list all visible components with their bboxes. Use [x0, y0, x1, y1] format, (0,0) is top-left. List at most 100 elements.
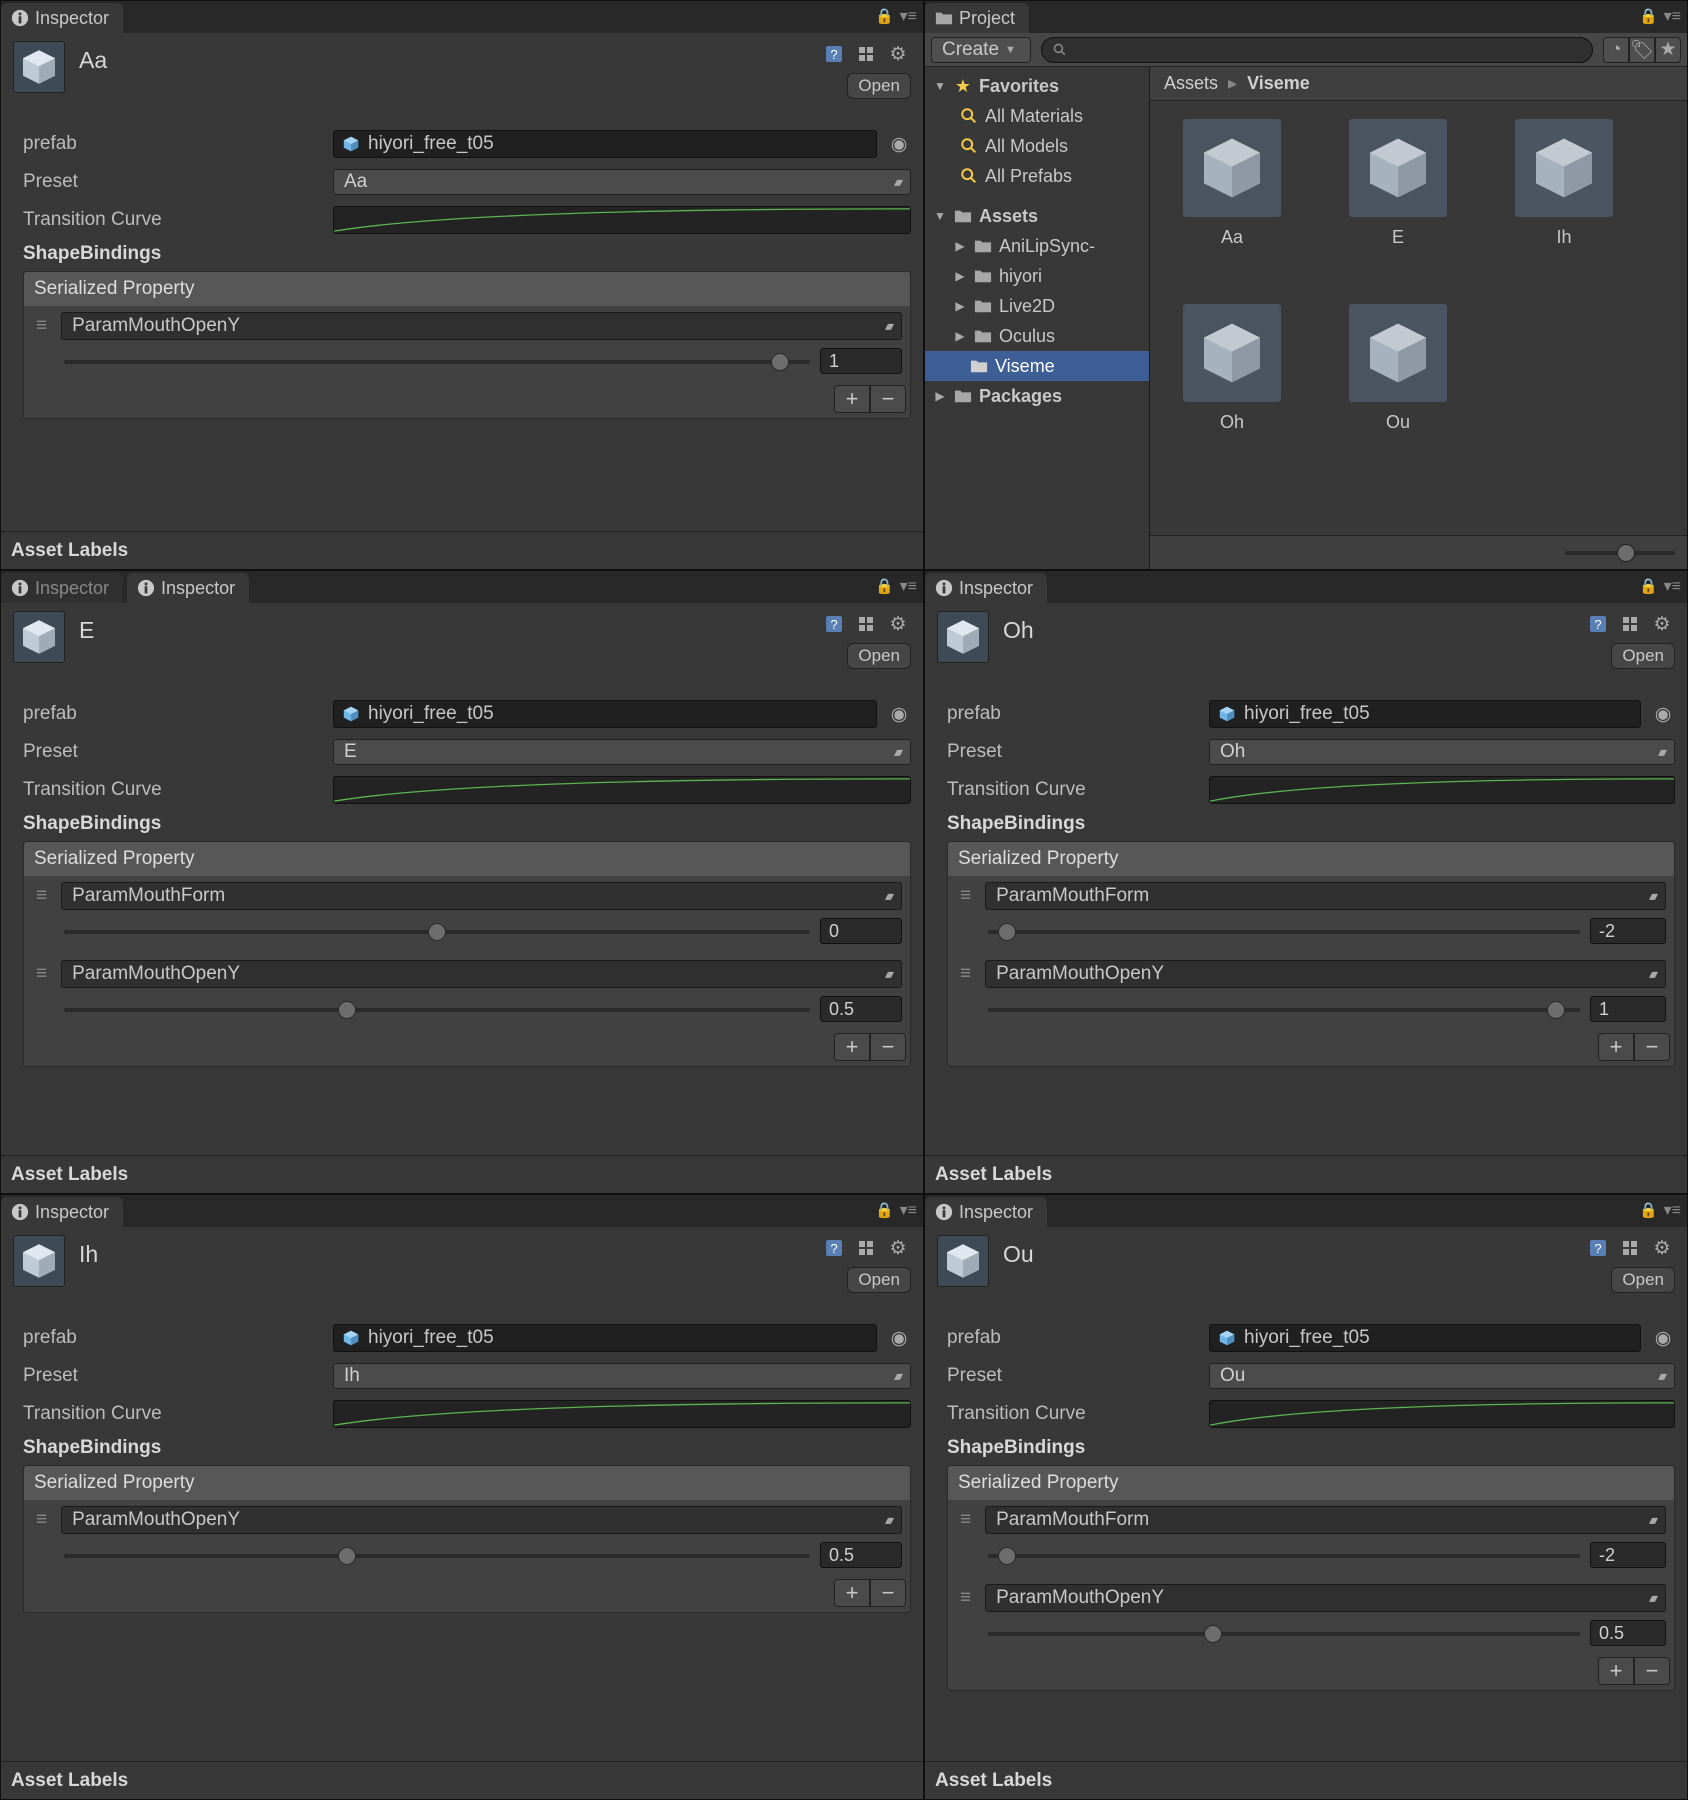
drag-handle-icon[interactable]: ≡ — [956, 885, 975, 907]
remove-button[interactable]: − — [1634, 1033, 1670, 1061]
object-picker-icon[interactable]: ◉ — [1651, 702, 1675, 726]
lock-icon[interactable]: 🔒 — [1639, 7, 1658, 25]
preset-icon[interactable] — [1617, 611, 1643, 637]
open-button[interactable]: Open — [1611, 643, 1675, 669]
tab-inspector[interactable]: Inspector — [1, 1197, 123, 1227]
add-button[interactable]: + — [834, 385, 870, 413]
param-dropdown[interactable]: ParamMouthForm▴▾ — [61, 882, 902, 910]
preset-icon[interactable] — [853, 1235, 879, 1261]
transition-curve-field[interactable] — [1209, 776, 1675, 804]
breadcrumb-item[interactable]: Viseme — [1247, 73, 1310, 94]
tab-inspector[interactable]: Inspector — [127, 573, 249, 603]
tree-folder[interactable]: ▶hiyori — [925, 261, 1149, 291]
transition-curve-field[interactable] — [1209, 1400, 1675, 1428]
param-slider[interactable] — [988, 1546, 1580, 1564]
drag-handle-icon[interactable]: ≡ — [32, 963, 51, 985]
object-picker-icon[interactable]: ◉ — [887, 702, 911, 726]
gear-icon[interactable]: ⚙ — [885, 41, 911, 67]
help-icon[interactable]: ? — [1585, 611, 1611, 637]
preset-dropdown[interactable]: Aa▴▾ — [333, 169, 911, 195]
param-slider[interactable] — [988, 922, 1580, 940]
tree-folder-selected[interactable]: Viseme — [925, 351, 1149, 381]
remove-button[interactable]: − — [870, 1579, 906, 1607]
help-icon[interactable]: ? — [821, 1235, 847, 1261]
param-dropdown[interactable]: ParamMouthForm▴▾ — [985, 1506, 1666, 1534]
param-slider[interactable] — [64, 1546, 810, 1564]
open-button[interactable]: Open — [847, 73, 911, 99]
drag-handle-icon[interactable]: ≡ — [956, 963, 975, 985]
lock-icon[interactable]: 🔒 — [875, 1201, 894, 1219]
drag-handle-icon[interactable]: ≡ — [32, 1509, 51, 1531]
asset-item[interactable]: E — [1344, 119, 1452, 248]
panel-menu-icon[interactable]: ▾≡ — [900, 1200, 917, 1220]
tree-all-prefabs[interactable]: All Prefabs — [925, 161, 1149, 191]
param-value-field[interactable] — [1590, 996, 1666, 1022]
zoom-slider[interactable] — [1565, 544, 1675, 562]
add-button[interactable]: + — [834, 1033, 870, 1061]
open-button[interactable]: Open — [1611, 1267, 1675, 1293]
param-dropdown[interactable]: ParamMouthForm▴▾ — [985, 882, 1666, 910]
create-dropdown[interactable]: Create▼ — [931, 37, 1031, 63]
lock-icon[interactable]: 🔒 — [1639, 1201, 1658, 1219]
preset-icon[interactable] — [853, 611, 879, 637]
preset-icon[interactable] — [853, 41, 879, 67]
preset-icon[interactable] — [1617, 1235, 1643, 1261]
param-dropdown[interactable]: ParamMouthOpenY▴▾ — [985, 960, 1666, 988]
transition-curve-field[interactable] — [333, 1400, 911, 1428]
panel-menu-icon[interactable]: ▾≡ — [1664, 576, 1681, 596]
help-icon[interactable]: ? — [1585, 1235, 1611, 1261]
panel-menu-icon[interactable]: ▾≡ — [900, 576, 917, 596]
lock-icon[interactable]: 🔒 — [1639, 577, 1658, 595]
gear-icon[interactable]: ⚙ — [885, 1235, 911, 1261]
prefab-field[interactable]: hiyori_free_t05 — [333, 700, 877, 728]
param-dropdown[interactable]: ParamMouthOpenY▴▾ — [61, 312, 902, 340]
tree-folder[interactable]: ▶AniLipSync- — [925, 231, 1149, 261]
filter-by-label-icon[interactable]: 🏷 — [1629, 37, 1655, 63]
remove-button[interactable]: − — [870, 1033, 906, 1061]
param-value-field[interactable] — [1590, 1542, 1666, 1568]
tab-project[interactable]: Project — [925, 3, 1029, 33]
breadcrumb-item[interactable]: Assets — [1164, 73, 1218, 94]
asset-item[interactable]: Oh — [1178, 304, 1286, 433]
help-icon[interactable]: ? — [821, 611, 847, 637]
drag-handle-icon[interactable]: ≡ — [956, 1587, 975, 1609]
param-value-field[interactable] — [820, 918, 902, 944]
param-slider[interactable] — [64, 1000, 810, 1018]
param-slider[interactable] — [64, 352, 810, 370]
asset-item[interactable]: Aa — [1178, 119, 1286, 248]
tree-all-models[interactable]: All Models — [925, 131, 1149, 161]
param-value-field[interactable] — [820, 1542, 902, 1568]
transition-curve-field[interactable] — [333, 776, 911, 804]
preset-dropdown[interactable]: E▴▾ — [333, 739, 911, 765]
preset-dropdown[interactable]: Ih▴▾ — [333, 1363, 911, 1389]
filter-by-type-icon[interactable]: ◔ — [1603, 37, 1629, 63]
transition-curve-field[interactable] — [333, 206, 911, 234]
add-button[interactable]: + — [1598, 1657, 1634, 1685]
drag-handle-icon[interactable]: ≡ — [32, 315, 51, 337]
add-button[interactable]: + — [834, 1579, 870, 1607]
panel-menu-icon[interactable]: ▾≡ — [900, 6, 917, 26]
param-value-field[interactable] — [1590, 918, 1666, 944]
drag-handle-icon[interactable]: ≡ — [956, 1509, 975, 1531]
object-picker-icon[interactable]: ◉ — [887, 1326, 911, 1350]
asset-item[interactable]: Ou — [1344, 304, 1452, 433]
remove-button[interactable]: − — [870, 385, 906, 413]
param-value-field[interactable] — [820, 996, 902, 1022]
param-dropdown[interactable]: ParamMouthOpenY▴▾ — [61, 1506, 902, 1534]
tree-assets[interactable]: ▼Assets — [925, 201, 1149, 231]
lock-icon[interactable]: 🔒 — [875, 7, 894, 25]
tree-all-materials[interactable]: All Materials — [925, 101, 1149, 131]
param-slider[interactable] — [64, 922, 810, 940]
tab-inspector[interactable]: Inspector — [1, 3, 123, 33]
object-picker-icon[interactable]: ◉ — [1651, 1326, 1675, 1350]
tree-folder[interactable]: ▶Oculus — [925, 321, 1149, 351]
gear-icon[interactable]: ⚙ — [885, 611, 911, 637]
search-input[interactable] — [1041, 37, 1593, 63]
asset-item[interactable]: Ih — [1510, 119, 1618, 248]
object-picker-icon[interactable]: ◉ — [887, 132, 911, 156]
tab-inspector-inactive[interactable]: Inspector — [1, 573, 123, 603]
prefab-field[interactable]: hiyori_free_t05 — [333, 130, 877, 158]
prefab-field[interactable]: hiyori_free_t05 — [1209, 1324, 1641, 1352]
preset-dropdown[interactable]: Oh▴▾ — [1209, 739, 1675, 765]
param-value-field[interactable] — [1590, 1620, 1666, 1646]
